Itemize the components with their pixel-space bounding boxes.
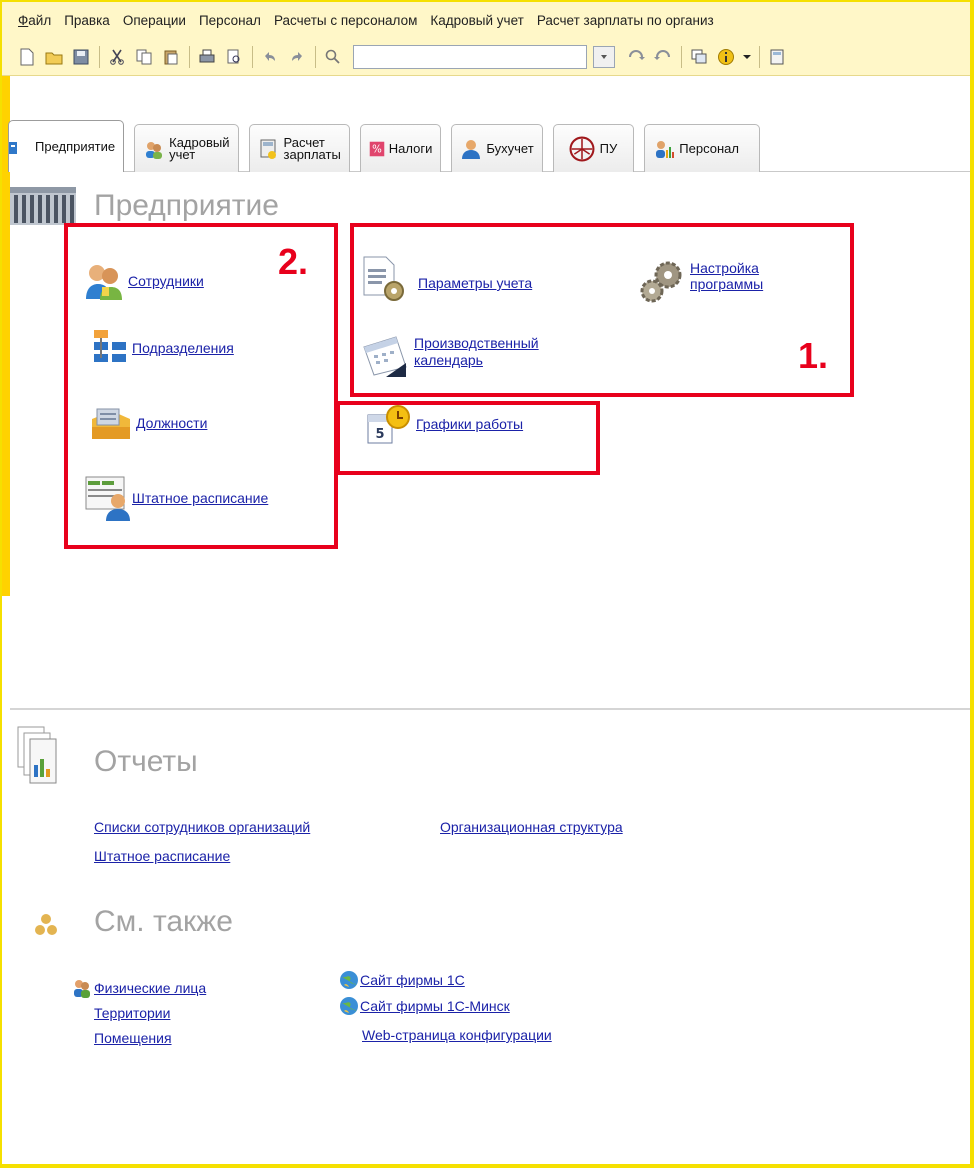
open-folder-icon[interactable]: [43, 46, 65, 68]
annotation-label-2: 2.: [278, 241, 309, 282]
menu-bar: Файл Правка Операции Персонал Расчеты с …: [2, 2, 970, 38]
territories-link[interactable]: Территории: [94, 1005, 170, 1021]
config-web-page-link[interactable]: Web-страница конфигурации: [362, 1027, 552, 1043]
toolbar: [2, 38, 970, 76]
redo-icon[interactable]: [286, 46, 308, 68]
individuals-label[interactable]: Физические лица: [94, 980, 206, 996]
annotation-box-1: [350, 223, 854, 397]
new-document-icon[interactable]: [16, 46, 38, 68]
individuals-icon: [74, 980, 90, 998]
org-structure-link[interactable]: Организационная структура: [440, 819, 623, 835]
paste-icon[interactable]: [160, 46, 182, 68]
site-1c-label[interactable]: Сайт фирмы 1С: [360, 972, 465, 988]
dropdown-arrow-icon[interactable]: [742, 46, 752, 68]
staffing-report-link[interactable]: Штатное расписание: [94, 848, 230, 864]
see-also-header: [34, 913, 58, 937]
building-icon: [10, 187, 76, 225]
annotation-box-schedules: [336, 401, 600, 475]
save-icon[interactable]: [70, 46, 92, 68]
annotation-label-1: 1.: [798, 335, 829, 376]
tab-label: учет: [169, 146, 196, 162]
toolbar-divider: [252, 45, 253, 68]
search-input[interactable]: [353, 44, 587, 69]
tab-label: Предприятие: [35, 138, 116, 154]
menu-file[interactable]: Файл: [18, 13, 51, 28]
section-divider: [10, 708, 970, 710]
toolbar-divider: [759, 45, 760, 68]
find-next-icon[interactable]: [625, 46, 647, 68]
toolbar-divider: [189, 45, 190, 68]
search-icon[interactable]: [322, 46, 344, 68]
tab-label: Персонал: [679, 140, 739, 156]
tab-pu[interactable]: ПУ: [552, 124, 635, 172]
page-title: Предприятие: [94, 189, 279, 222]
tab-label: Бухучет: [486, 140, 534, 156]
calculator-icon: [260, 139, 276, 159]
tab-label: Налоги: [388, 140, 433, 156]
people-icon: [146, 141, 163, 159]
percent-icon: %: [369, 141, 385, 156]
employee-lists-link[interactable]: Списки сотрудников организаций: [94, 819, 310, 835]
cut-icon[interactable]: [106, 46, 128, 68]
windows-icon[interactable]: [688, 46, 710, 68]
globe-icon: [340, 971, 358, 989]
print-icon[interactable]: [196, 46, 218, 68]
copy-icon[interactable]: [133, 46, 155, 68]
accountant-icon: [462, 139, 481, 159]
globe-icon: [340, 997, 358, 1015]
undo-icon[interactable]: [259, 46, 281, 68]
enterprise-header: [8, 185, 78, 227]
tab-accounting[interactable]: Бухучет: [451, 124, 543, 172]
tab-taxes[interactable]: % Налоги: [359, 124, 442, 172]
tab-label: ПУ: [599, 140, 618, 156]
menu-hr[interactable]: Кадровый учет: [430, 13, 523, 28]
toolbar-divider: [99, 45, 100, 68]
reports-header: [16, 725, 60, 785]
toolbar-divider: [315, 45, 316, 68]
individuals-link[interactable]: Физические лица: [72, 978, 206, 998]
menu-edit[interactable]: Правка: [64, 13, 110, 28]
tab-enterprise[interactable]: Предприятие: [8, 120, 125, 172]
menu-operations[interactable]: Операции: [123, 13, 186, 28]
site-1c-link[interactable]: Сайт фирмы 1С: [338, 969, 465, 991]
find-previous-icon[interactable]: [652, 46, 674, 68]
app-window: Файл Правка Операции Персонал Расчеты с …: [0, 0, 974, 1168]
menu-payroll[interactable]: Расчет зарплаты по организ: [537, 13, 714, 28]
reports-title: Отчеты: [94, 745, 198, 778]
menu-payments[interactable]: Расчеты с персоналом: [274, 13, 417, 28]
print-preview-icon[interactable]: [223, 46, 245, 68]
search-dropdown-icon[interactable]: [593, 45, 615, 68]
reports-icon: [17, 726, 57, 784]
site-1c-minsk-label[interactable]: Сайт фирмы 1С-Минск: [360, 998, 510, 1014]
tab-label: зарплаты: [283, 146, 341, 162]
see-also-title: См. также: [94, 905, 233, 938]
calculator-icon[interactable]: [766, 46, 788, 68]
toolbar-divider: [681, 45, 682, 68]
info-icon[interactable]: [715, 46, 737, 68]
tab-hr[interactable]: Кадровый учет: [134, 124, 239, 172]
enterprise-icon: [9, 141, 17, 154]
section-tabs: Предприятие Кадровый учет Расчет зарплаты …: [2, 116, 970, 172]
see-also-icon: [35, 914, 57, 935]
rooms-link[interactable]: Помещения: [94, 1030, 172, 1046]
enterprise-panel: Предприятие Сотрудники Подразделения Дол…: [8, 173, 970, 1164]
menu-personnel[interactable]: Персонал: [199, 13, 261, 28]
emblem-icon: [569, 136, 595, 161]
personnel-icon: [656, 140, 675, 158]
site-1c-minsk-link[interactable]: Сайт фирмы 1С-Минск: [338, 995, 510, 1017]
tab-payroll[interactable]: Расчет зарплаты: [248, 124, 350, 172]
tab-personnel[interactable]: Персонал: [644, 124, 760, 172]
svg-text:%: %: [372, 144, 382, 155]
